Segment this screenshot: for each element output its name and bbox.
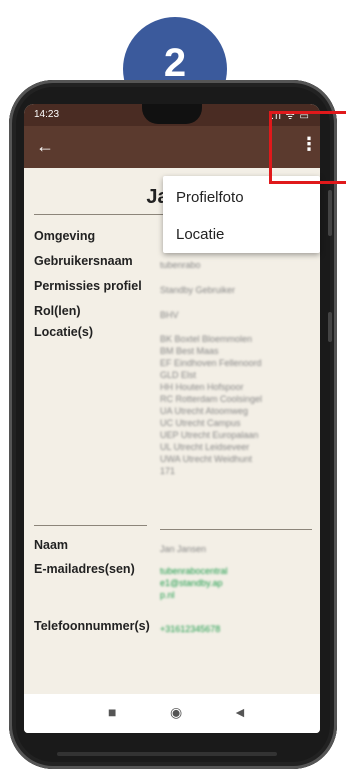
field-label-omgeving: Omgeving (34, 229, 96, 243)
field-value-naam: Jan Jansen (160, 544, 207, 554)
bottom-bezel-bar (57, 752, 277, 756)
section-divider-right (160, 529, 312, 530)
field-value-gebruikersnaam: tubenrabo (160, 260, 201, 270)
home-icon[interactable]: ◉ (170, 704, 182, 721)
section-divider-left (34, 525, 147, 526)
field-label-locaties: Locatie(s) (34, 325, 94, 339)
camera-notch (142, 104, 202, 124)
menu-item-locatie[interactable]: Locatie (176, 226, 224, 243)
recent-apps-icon[interactable]: ■ (108, 704, 116, 720)
field-label-gebruikersnaam: Gebruikersnaam (34, 254, 133, 268)
overflow-menu: Profielfoto Locatie (163, 176, 320, 253)
field-value-locaties: BK Boxtel Bloemmolen BM Best Maas EF Ein… (160, 334, 263, 476)
field-label-email: E-mailadres(sen) (34, 562, 135, 576)
android-nav-bar: ■ ◉ ◄ (24, 694, 320, 733)
field-label-permissies: Permissies profiel (34, 279, 142, 293)
field-value-email[interactable]: tubenrabocentrale1@standby.app.nl (160, 565, 230, 601)
field-value-telefoon[interactable]: +31612345678 (160, 623, 220, 635)
field-label-naam: Naam (34, 538, 69, 552)
status-time: 14:23 (34, 109, 60, 120)
menu-item-profielfoto[interactable]: Profielfoto (176, 189, 244, 206)
highlight-box (269, 111, 346, 184)
field-label-rollen: Rol(len) (34, 304, 81, 318)
field-value-rollen: BHV (160, 310, 179, 320)
power-button (328, 312, 332, 342)
field-value-permissies: Standby Gebruiker (160, 285, 236, 295)
field-label-telefoon: Telefoonnummer(s) (34, 619, 150, 633)
back-arrow-icon[interactable]: ← (36, 136, 54, 157)
back-icon[interactable]: ◄ (233, 704, 247, 720)
volume-button (328, 190, 332, 236)
